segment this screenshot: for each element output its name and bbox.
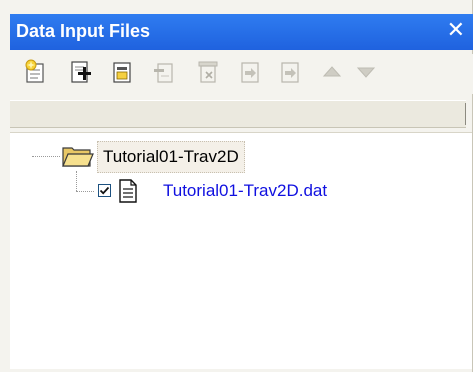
move-up-icon[interactable] <box>318 58 346 86</box>
file-tree: Tutorial01-Trav2D Tutorial01-Trav2D.dat <box>10 132 472 369</box>
move-down-icon[interactable] <box>352 58 380 86</box>
tree-connector-line <box>76 191 94 192</box>
data-input-files-panel: Data Input Files ✕ Tutorial01-Trav2D Tut… <box>0 0 473 372</box>
folder-open-icon <box>62 144 94 168</box>
new-group-icon[interactable] <box>22 58 50 86</box>
path-bar-separator <box>465 103 466 125</box>
document-icon <box>118 179 138 203</box>
toolbar <box>10 54 473 94</box>
tree-group-label[interactable]: Tutorial01-Trav2D <box>97 141 245 173</box>
file-enabled-checkbox[interactable] <box>98 184 111 197</box>
properties-icon[interactable] <box>108 58 136 86</box>
tree-connector-line <box>76 171 77 191</box>
panel-title: Data Input Files <box>16 21 151 41</box>
add-file-icon[interactable] <box>66 58 94 86</box>
import-icon[interactable] <box>236 58 264 86</box>
path-bar <box>10 100 466 128</box>
delete-icon[interactable] <box>194 58 222 86</box>
panel-title-bar: Data Input Files ✕ <box>10 14 473 50</box>
export-icon[interactable] <box>276 58 304 86</box>
tree-connector-line <box>32 156 60 157</box>
remove-icon[interactable] <box>150 58 178 86</box>
close-icon[interactable]: ✕ <box>447 18 465 44</box>
tree-file-label[interactable]: Tutorial01-Trav2D.dat <box>163 177 327 205</box>
